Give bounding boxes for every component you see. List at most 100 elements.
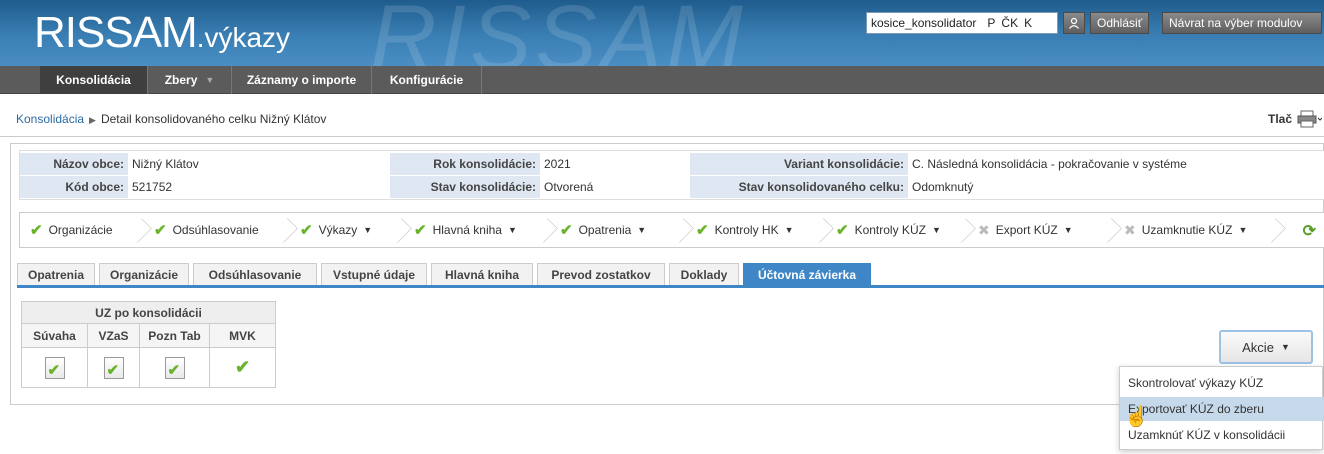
username: kosice_konsolidator: [871, 16, 977, 30]
uz-cell-mvk: ✔: [209, 347, 276, 388]
workflow-steps: ✔ Organizácie ✔ Odsúhlasovanie ✔ Výkazy …: [19, 212, 1324, 248]
nav-item-label: Zbery: [164, 73, 198, 87]
caret-down-icon: ▼: [205, 75, 215, 85]
caret-down-icon: ▼: [507, 225, 517, 235]
nazov-obce-value: Nižný Klátov: [132, 157, 199, 171]
nav-item-label: Konfigurácie: [389, 73, 464, 87]
user-info-box: kosice_konsolidator P ČK K: [866, 12, 1058, 34]
variant-konsolidacie-label: Variant konsolidácie:: [690, 153, 908, 175]
step-export-kuz[interactable]: ✖ Export KÚZ ▼: [968, 213, 1114, 247]
back-to-modules-button[interactable]: Návrat na výber modulov: [1162, 12, 1322, 34]
menu-item-uzamknut[interactable]: Uzamknúť KÚZ v konsolidácii: [1120, 423, 1324, 447]
breadcrumb: Konsolidácia ▶ Detail konsolidovaného celk…: [16, 112, 326, 126]
stav-celku-label: Stav konsolidovaného celku:: [690, 176, 908, 198]
step-uzamknutie-kuz[interactable]: ✖ Uzamknutie KÚZ ▼: [1114, 213, 1278, 247]
step-label: Odsúhlasovanie: [172, 223, 259, 237]
document-check-icon[interactable]: ✔: [103, 356, 124, 379]
akcie-menu: Skontrolovať výkazy KÚZ Exportovať KÚZ d…: [1119, 366, 1324, 450]
caret-down-icon: ▼: [1063, 225, 1073, 235]
tab-prevod-zostatkov[interactable]: Prevod zostatkov: [537, 263, 665, 285]
step-opatrenia[interactable]: ✔ Opatrenia ▼: [550, 213, 686, 247]
step-kontroly-kuz[interactable]: ✔ Kontroly KÚZ ▼: [826, 213, 968, 247]
lang-p-link[interactable]: P: [987, 16, 995, 30]
check-icon: ✔: [300, 222, 313, 239]
cross-icon: ✖: [978, 221, 990, 238]
akcie-label: Akcie: [1242, 339, 1274, 355]
document-check-icon[interactable]: ✔: [44, 356, 65, 379]
kod-obce-value: 521752: [132, 180, 173, 194]
uz-group-header: UZ po konsolidácii: [21, 301, 276, 324]
step-label: Kontroly KÚZ: [854, 223, 926, 237]
tab-hlavna-kniha[interactable]: Hlavná kniha: [431, 263, 533, 285]
tab-vstupne-udaje[interactable]: Vstupné údaje: [321, 263, 427, 285]
caret-down-icon: ▼: [363, 225, 373, 235]
refresh-icon[interactable]: ⟳: [1303, 221, 1316, 241]
breadcrumb-separator-icon: ▶: [89, 115, 96, 125]
menu-item-skontrolovat[interactable]: Skontrolovať výkazy KÚZ: [1120, 371, 1324, 395]
check-icon: ✔: [836, 222, 849, 239]
print-button[interactable]: Tlač: [1268, 110, 1323, 128]
logout-button[interactable]: Odhlásiť: [1090, 12, 1150, 34]
breadcrumb-current: Detail konsolidovaného celku Nižný Kláto…: [100, 112, 327, 126]
step-label: Organizácie: [48, 223, 113, 237]
breadcrumb-divider: [0, 136, 1324, 137]
rok-konsolidacie-label: Rok konsolidácie:: [390, 153, 540, 175]
uz-col-vzas: VZaS: [87, 323, 140, 348]
check-icon: ✔: [30, 222, 43, 239]
nav-item-konsolidacia[interactable]: Konsolidácia: [40, 66, 148, 94]
step-organizacie[interactable]: ✔ Organizácie: [20, 213, 144, 247]
variant-konsolidacie-value: C. Následná konsolidácia - pokračovanie …: [912, 157, 1187, 171]
user-profile-button[interactable]: [1063, 12, 1085, 34]
hand-cursor-icon: ☝: [1124, 406, 1149, 428]
step-odsuhlasovanie[interactable]: ✔ Odsúhlasovanie: [144, 213, 290, 247]
step-label: Export KÚZ: [995, 223, 1058, 237]
print-label: Tlač: [1268, 112, 1293, 126]
step-label: Výkazy: [318, 223, 358, 237]
uz-cell-suvaha: ✔: [21, 347, 88, 388]
stav-konsolidacie-label: Stav konsolidácie:: [390, 176, 540, 198]
check-icon: ✔: [560, 222, 573, 239]
check-icon: ✔: [154, 222, 167, 239]
step-hlavna-kniha[interactable]: ✔ Hlavná kniha ▼: [404, 213, 550, 247]
rok-konsolidacie-value: 2021: [544, 157, 571, 171]
tab-uctovna-zavierka[interactable]: Účtovná závierka: [743, 263, 871, 285]
nav-item-zaznamy[interactable]: Záznamy o importe: [232, 66, 372, 94]
uz-col-pozn-tab: Pozn Tab: [139, 323, 210, 348]
document-check-icon[interactable]: ✔: [164, 356, 185, 379]
person-icon: [1069, 17, 1079, 29]
nav-item-label: Konsolidácia: [56, 73, 131, 87]
logo-main: RISSAM: [34, 8, 198, 57]
tab-underline: [17, 285, 1324, 288]
step-vykazy[interactable]: ✔ Výkazy ▼: [290, 213, 404, 247]
tab-organizacie[interactable]: Organizácie: [99, 263, 189, 285]
tab-doklady[interactable]: Doklady: [669, 263, 739, 285]
uz-col-mvk: MVK: [209, 323, 276, 348]
akcie-button[interactable]: Akcie ▼: [1219, 330, 1313, 364]
uz-col-suvaha: Súvaha: [21, 323, 88, 348]
breadcrumb-root-link[interactable]: Konsolidácia: [16, 112, 84, 126]
menu-item-exportovat[interactable]: Exportovať KÚZ do zberu: [1120, 397, 1324, 421]
tab-bar: Opatrenia Organizácie Odsúhlasovanie Vst…: [17, 263, 1324, 286]
uz-cell-pozn-tab: ✔: [139, 347, 210, 388]
lang-k-link[interactable]: K: [1024, 16, 1032, 30]
lang-ck-link[interactable]: ČK: [1001, 16, 1018, 30]
step-label: Kontroly HK: [714, 223, 779, 237]
main-nav: Konsolidácia Zbery ▼ Záznamy o importe K…: [0, 66, 1324, 94]
check-icon: ✔: [414, 222, 427, 239]
stav-konsolidacie-value: Otvorená: [544, 180, 594, 194]
app-header: RISSAM RISSAM.výkazy kosice_konsolidator…: [0, 0, 1324, 66]
step-label: Uzamknutie KÚZ: [1141, 223, 1233, 237]
header-watermark: RISSAM: [370, 0, 747, 66]
nazov-obce-label: Názov obce:: [20, 153, 128, 175]
check-icon: ✔: [696, 222, 709, 239]
step-kontroly-hk[interactable]: ✔ Kontroly HK ▼: [686, 213, 826, 247]
check-icon: ✔: [234, 357, 251, 377]
caret-down-icon: ▼: [1238, 225, 1248, 235]
nav-item-label: Záznamy o importe: [246, 73, 357, 87]
step-label: Opatrenia: [578, 223, 632, 237]
nav-item-konfiguracie[interactable]: Konfigurácie: [372, 66, 482, 94]
tab-odsuhlasovanie[interactable]: Odsúhlasovanie: [193, 263, 317, 285]
step-label: Hlavná kniha: [432, 223, 502, 237]
tab-opatrenia[interactable]: Opatrenia: [17, 263, 95, 285]
nav-item-zbery[interactable]: Zbery ▼: [148, 66, 232, 94]
